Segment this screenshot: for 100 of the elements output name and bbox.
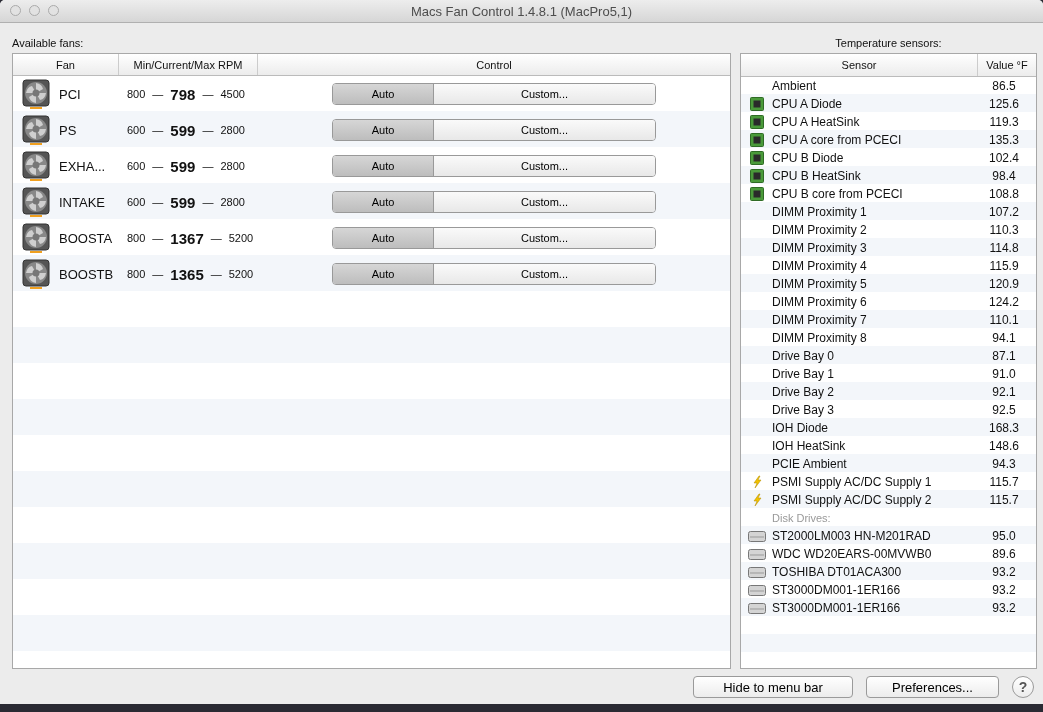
column-header[interactable]: Value °F <box>978 54 1036 76</box>
hard-drive-icon <box>747 565 766 579</box>
sensor-name: PSMI Supply AC/DC Supply 1 <box>772 475 933 489</box>
sensor-name: CPU A Diode <box>772 97 844 111</box>
max-rpm: 2800 <box>220 196 245 208</box>
min-rpm: 800 <box>127 268 146 280</box>
min-rpm: 600 <box>127 196 146 208</box>
window-title: Macs Fan Control 1.4.8.1 (MacPro5,1) <box>410 3 633 19</box>
segment-button[interactable]: Custom... <box>433 228 655 248</box>
segment-button[interactable]: Auto <box>333 228 433 248</box>
min-rpm: 800 <box>127 232 146 244</box>
sensor-name: DIMM Proximity 4 <box>772 259 868 273</box>
fan-icon <box>22 259 50 289</box>
sensor-value: 115.7 <box>988 475 1020 489</box>
available-fans-label: Available fans: <box>12 36 85 51</box>
sensor-value: 93.2 <box>991 565 1017 579</box>
sensor-name: DIMM Proximity 8 <box>772 331 868 345</box>
lightning-icon <box>750 493 763 507</box>
max-rpm: 2800 <box>220 160 245 172</box>
sensor-value: 93.2 <box>991 601 1017 615</box>
section-heading: Disk Drives: <box>772 512 832 524</box>
sensor-value: 86.5 <box>991 79 1017 93</box>
dash-separator: — <box>202 160 214 172</box>
fan-name: BOOSTB <box>59 266 115 282</box>
zoom-button[interactable] <box>48 5 59 16</box>
dash-separator: — <box>202 124 214 136</box>
sensor-name: ST2000LM003 HN-M201RAD <box>772 529 932 543</box>
segment-button[interactable]: Auto <box>333 264 433 284</box>
sensor-value: 92.1 <box>991 385 1017 399</box>
sensor-name: DIMM Proximity 5 <box>772 277 868 291</box>
help-button[interactable]: ? <box>1012 676 1034 698</box>
sensor-value: 115.7 <box>988 493 1020 507</box>
sensor-name: DIMM Proximity 2 <box>772 223 868 237</box>
sensor-value: 120.9 <box>988 277 1020 291</box>
segment-button[interactable]: Custom... <box>433 192 655 212</box>
sensor-name: CPU B Diode <box>772 151 845 165</box>
fan-icon <box>22 187 50 217</box>
segment-button[interactable]: Custom... <box>433 156 655 176</box>
sensor-name: WDC WD20EARS-00MVWB0 <box>772 547 933 561</box>
segment-button[interactable]: Auto <box>333 120 433 140</box>
sensor-name: PSMI Supply AC/DC Supply 2 <box>772 493 933 507</box>
sensor-value: 115.9 <box>988 259 1020 273</box>
preferences-button[interactable]: Preferences... <box>866 676 999 698</box>
sensor-value: 110.3 <box>988 223 1020 237</box>
segment-button[interactable]: Auto <box>333 192 433 212</box>
column-header[interactable]: Fan <box>13 54 119 75</box>
sensor-name: CPU A core from PCECI <box>772 133 903 147</box>
sensor-name: DIMM Proximity 6 <box>772 295 868 309</box>
sensor-name: DIMM Proximity 1 <box>772 205 868 219</box>
dash-separator: — <box>152 196 164 208</box>
dash-separator: — <box>210 268 222 280</box>
hard-drive-icon <box>747 601 766 615</box>
segment-button[interactable]: Auto <box>333 156 433 176</box>
fan-icon <box>22 115 50 145</box>
hard-drive-icon <box>747 529 766 543</box>
sensor-value: 168.3 <box>988 421 1020 435</box>
dash-separator: — <box>152 268 164 280</box>
segment-button[interactable]: Custom... <box>433 84 655 104</box>
sensor-value: 119.3 <box>988 115 1020 129</box>
min-rpm: 600 <box>127 124 146 136</box>
column-header[interactable]: Control <box>258 54 730 75</box>
chip-icon <box>749 97 764 111</box>
max-rpm: 5200 <box>228 232 254 244</box>
segment-button[interactable]: Custom... <box>433 120 655 140</box>
current-rpm: 1365 <box>170 265 204 283</box>
current-rpm: 599 <box>170 157 196 175</box>
close-button[interactable] <box>10 5 21 16</box>
sensor-value: 89.6 <box>991 547 1017 561</box>
sensor-name: Drive Bay 1 <box>772 367 836 381</box>
sensor-value: 92.5 <box>991 403 1017 417</box>
max-rpm: 2800 <box>220 124 245 136</box>
sensor-name: DIMM Proximity 7 <box>772 313 868 327</box>
sensor-value: 135.3 <box>988 133 1020 147</box>
max-rpm: 5200 <box>228 268 254 280</box>
chip-icon <box>749 133 764 147</box>
hide-to-menu-bar-button[interactable]: Hide to menu bar <box>693 676 853 698</box>
chip-icon <box>749 187 764 201</box>
sensor-value: 95.0 <box>991 529 1017 543</box>
fan-name: PS <box>59 122 78 138</box>
segment-button[interactable]: Auto <box>333 84 433 104</box>
fan-name: INTAKE <box>59 194 106 210</box>
column-header[interactable]: Min/Current/Max RPM <box>119 54 258 75</box>
column-header[interactable]: Sensor <box>741 54 978 76</box>
minimize-button[interactable] <box>29 5 40 16</box>
sensor-name: ST3000DM001-1ER166 <box>772 583 902 597</box>
current-rpm: 798 <box>170 85 196 103</box>
sensor-name: Drive Bay 0 <box>772 349 836 363</box>
sensor-value: 108.8 <box>988 187 1020 201</box>
sensor-value: 87.1 <box>991 349 1017 363</box>
temperature-sensors-label: Temperature sensors: <box>834 36 943 51</box>
dash-separator: — <box>202 88 214 100</box>
segment-button[interactable]: Custom... <box>433 264 655 284</box>
lightning-icon <box>750 475 763 489</box>
sensor-name: TOSHIBA DT01ACA300 <box>772 565 903 579</box>
fan-name: BOOSTA <box>59 230 114 246</box>
current-rpm: 599 <box>170 193 196 211</box>
sensor-value: 110.1 <box>988 313 1020 327</box>
sensor-value: 124.2 <box>988 295 1020 309</box>
sensor-value: 148.6 <box>988 439 1020 453</box>
dash-separator: — <box>210 232 222 244</box>
